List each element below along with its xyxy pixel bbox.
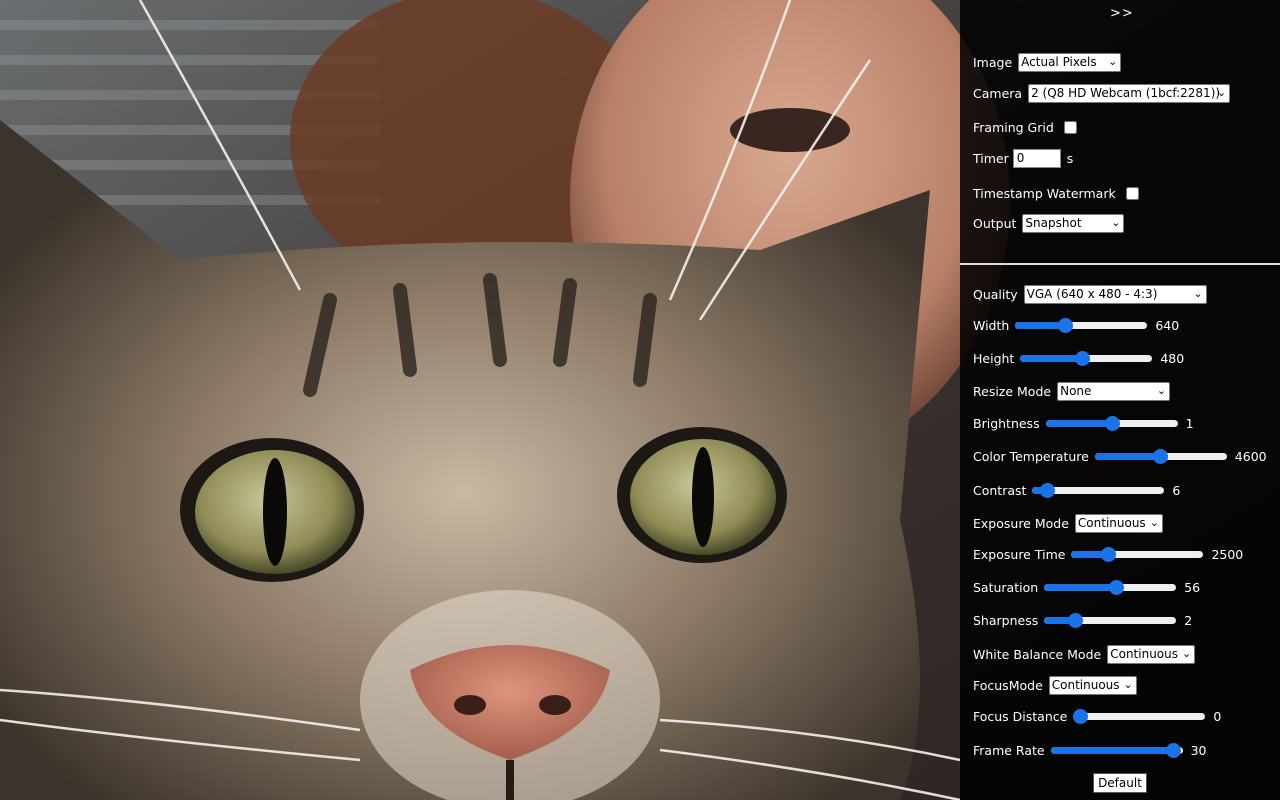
- white-balance-mode-select[interactable]: Continuous: [1107, 644, 1196, 664]
- color-temperature-value: 4600: [1234, 448, 1267, 464]
- slider-thumb[interactable]: [1109, 580, 1125, 595]
- color-temperature-setting: Color Temperature 4600: [973, 445, 1267, 467]
- slider-thumb[interactable]: [1057, 318, 1073, 333]
- contrast-label: Contrast: [973, 482, 1027, 498]
- timestamp-watermark-checkbox[interactable]: [1125, 186, 1139, 200]
- slider-thumb[interactable]: [1039, 483, 1055, 498]
- output-label: Output: [973, 215, 1017, 231]
- exposure-time-value: 2500: [1211, 546, 1244, 562]
- contrast-slider[interactable]: [1032, 482, 1165, 498]
- slider-thumb[interactable]: [1152, 449, 1168, 464]
- brightness-label: Brightness: [973, 415, 1040, 431]
- image-select[interactable]: Actual Pixels: [1018, 52, 1122, 72]
- width-label: Width: [973, 317, 1010, 333]
- camera-setting: Camera 2 (Q8 HD Webcam (1bcf:2281)) ⌄: [973, 82, 1231, 104]
- height-slider[interactable]: [1020, 350, 1153, 366]
- output-select[interactable]: Snapshot: [1022, 213, 1125, 233]
- exposure-mode-select[interactable]: Continuous: [1074, 513, 1163, 533]
- focus-mode-select[interactable]: Continuous: [1048, 675, 1137, 695]
- contrast-value: 6: [1172, 482, 1181, 498]
- color-temperature-label: Color Temperature: [973, 448, 1089, 464]
- camera-settings-panel: >> Image Actual Pixels ⌄ Camera 2 (Q8 HD…: [960, 0, 1280, 800]
- timer-input[interactable]: [1012, 148, 1061, 168]
- image-label: Image: [973, 54, 1013, 70]
- height-label: Height: [973, 350, 1015, 366]
- focus-distance-slider[interactable]: [1073, 708, 1206, 724]
- exposure-time-slider[interactable]: [1071, 546, 1204, 562]
- slider-thumb[interactable]: [1074, 351, 1090, 366]
- resize-mode-select[interactable]: None: [1057, 381, 1171, 401]
- framing-grid-label: Framing Grid: [973, 119, 1054, 135]
- focus-mode-label: FocusMode: [973, 677, 1043, 693]
- framing-grid-checkbox[interactable]: [1063, 120, 1077, 134]
- width-value: 640: [1155, 317, 1180, 333]
- width-setting: Width 640: [973, 314, 1179, 336]
- width-slider[interactable]: [1015, 317, 1148, 333]
- focus-distance-setting: Focus Distance 0: [973, 705, 1221, 727]
- collapse-panel-toggle[interactable]: >>: [1110, 6, 1134, 21]
- frame-rate-slider[interactable]: [1050, 742, 1183, 758]
- quality-setting: Quality VGA (640 x 480 - 4:3) ⌄: [973, 283, 1207, 305]
- slider-thumb[interactable]: [1100, 547, 1116, 562]
- slider-thumb[interactable]: [1073, 709, 1089, 724]
- resize-mode-label: Resize Mode: [973, 383, 1052, 399]
- timestamp-watermark-setting: Timestamp Watermark: [973, 182, 1139, 204]
- frame-rate-value: 30: [1190, 742, 1207, 758]
- exposure-time-label: Exposure Time: [973, 546, 1066, 562]
- exposure-time-setting: Exposure Time 2500: [973, 543, 1243, 565]
- focus-mode-setting: FocusMode Continuous ⌄: [973, 674, 1137, 696]
- slider-thumb[interactable]: [1166, 743, 1182, 758]
- white-balance-mode-setting: White Balance Mode Continuous ⌄: [973, 643, 1196, 665]
- height-setting: Height 480: [973, 347, 1184, 369]
- camera-label: Camera: [973, 85, 1023, 101]
- timestamp-watermark-label: Timestamp Watermark: [973, 185, 1116, 201]
- contrast-setting: Contrast 6: [973, 479, 1180, 501]
- quality-label: Quality: [973, 286, 1018, 302]
- height-value: 480: [1160, 350, 1185, 366]
- timer-setting: Timer s: [973, 147, 1073, 169]
- quality-select[interactable]: VGA (640 x 480 - 4:3): [1023, 284, 1207, 304]
- slider-thumb[interactable]: [1104, 416, 1120, 431]
- default-button[interactable]: Default: [1093, 773, 1147, 793]
- exposure-mode-label: Exposure Mode: [973, 515, 1069, 531]
- timer-label: Timer: [973, 150, 1009, 166]
- saturation-label: Saturation: [973, 579, 1039, 595]
- sharpness-slider[interactable]: [1044, 612, 1177, 628]
- focus-distance-value: 0: [1213, 708, 1222, 724]
- panel-divider: [960, 263, 1280, 265]
- sharpness-label: Sharpness: [973, 612, 1039, 628]
- sharpness-value: 2: [1184, 612, 1193, 628]
- brightness-slider[interactable]: [1045, 415, 1178, 431]
- saturation-slider[interactable]: [1044, 579, 1177, 595]
- output-setting: Output Snapshot ⌄: [973, 212, 1125, 234]
- white-balance-mode-label: White Balance Mode: [973, 646, 1102, 662]
- exposure-mode-setting: Exposure Mode Continuous ⌄: [973, 512, 1163, 534]
- framing-grid-setting: Framing Grid: [973, 116, 1077, 138]
- color-temperature-slider[interactable]: [1094, 448, 1227, 464]
- resize-mode-setting: Resize Mode None ⌄: [973, 380, 1171, 402]
- timer-unit: s: [1066, 150, 1074, 166]
- saturation-value: 56: [1184, 579, 1201, 595]
- slider-thumb[interactable]: [1067, 613, 1083, 628]
- frame-rate-setting: Frame Rate 30: [973, 739, 1207, 761]
- frame-rate-label: Frame Rate: [973, 742, 1045, 758]
- camera-select[interactable]: 2 (Q8 HD Webcam (1bcf:2281)): [1028, 83, 1231, 103]
- focus-distance-label: Focus Distance: [973, 708, 1068, 724]
- brightness-value: 1: [1185, 415, 1194, 431]
- brightness-setting: Brightness 1: [973, 412, 1194, 434]
- sharpness-setting: Sharpness 2: [973, 609, 1192, 631]
- image-setting: Image Actual Pixels ⌄: [973, 51, 1122, 73]
- saturation-setting: Saturation 56: [973, 576, 1200, 598]
